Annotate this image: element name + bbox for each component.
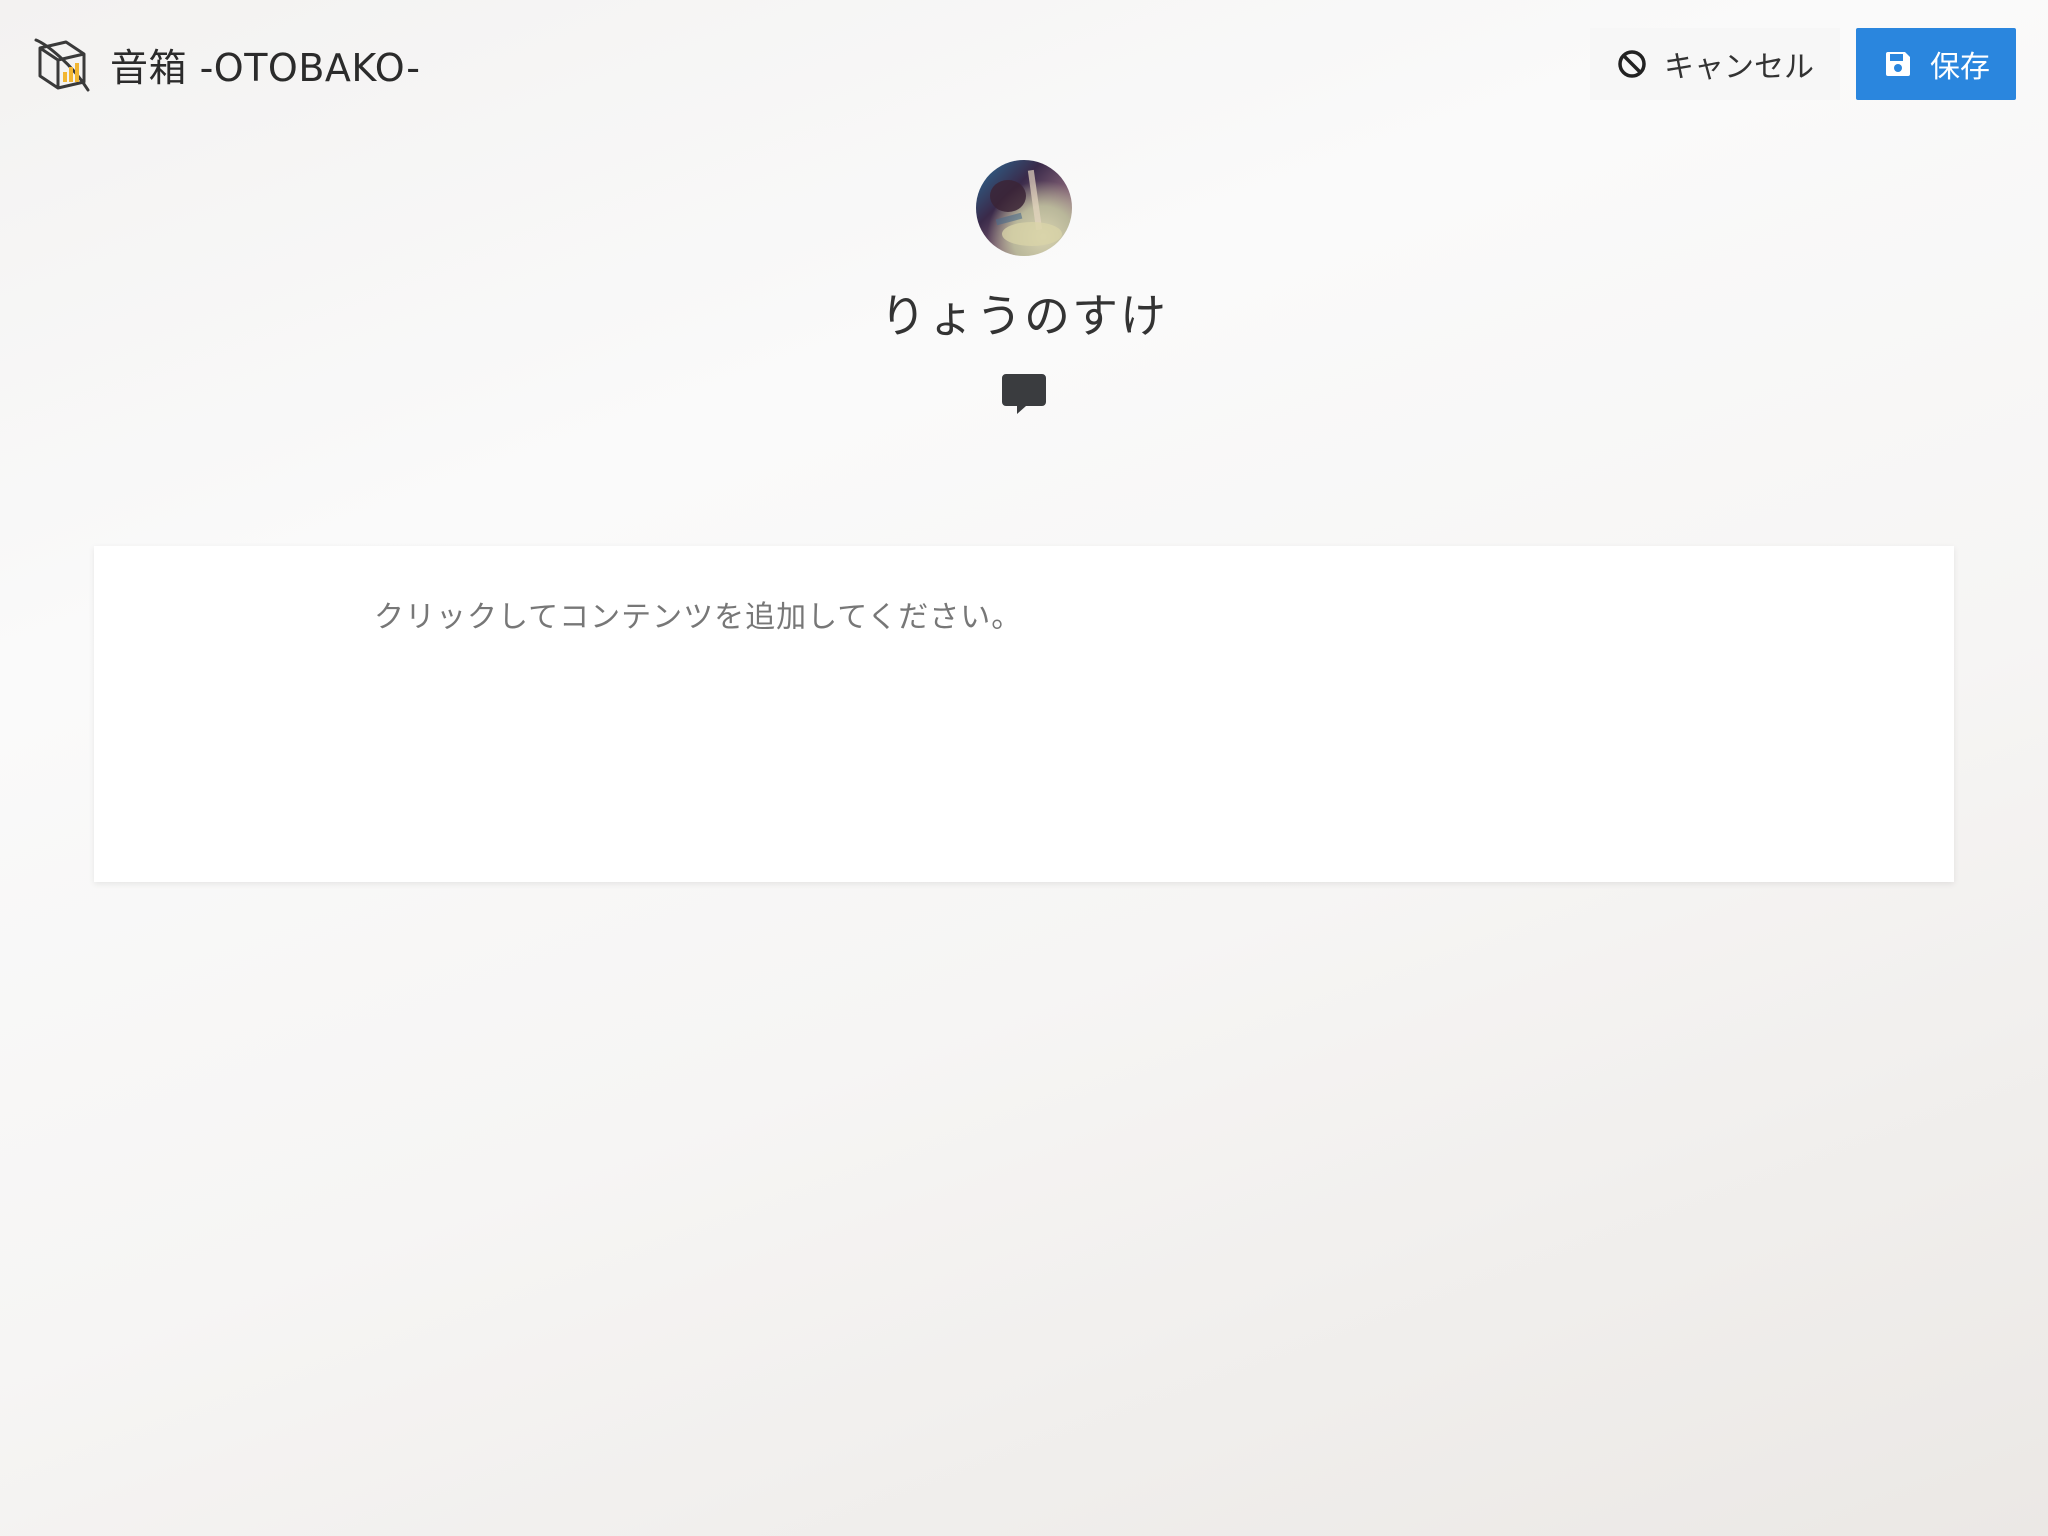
profile-name[interactable]: りょうのすけ [0, 280, 2048, 346]
otobako-cube-logo-icon [34, 38, 90, 92]
cancel-button-label: キャンセル [1664, 51, 1814, 84]
app-title: 音箱 -OTOBAKO- [110, 45, 421, 90]
avatar[interactable] [976, 160, 1072, 256]
cancel-button[interactable]: キャンセル [1590, 28, 1840, 100]
ban-icon [1618, 50, 1646, 78]
brand[interactable]: 音箱 -OTOBAKO- [32, 34, 420, 94]
user-avatar-photo [990, 169, 1062, 246]
floppy-disk-icon [1886, 52, 1910, 76]
header-actions: キャンセル 保存 [1590, 28, 2016, 100]
content-placeholder: クリックしてコンテンツを追加してください。 [374, 600, 1023, 635]
comment-icon[interactable] [1000, 370, 1048, 418]
save-button-label: 保存 [1930, 51, 1990, 84]
save-button[interactable]: 保存 [1856, 28, 2016, 100]
content-editor[interactable]: クリックしてコンテンツを追加してください。 [94, 546, 1954, 882]
